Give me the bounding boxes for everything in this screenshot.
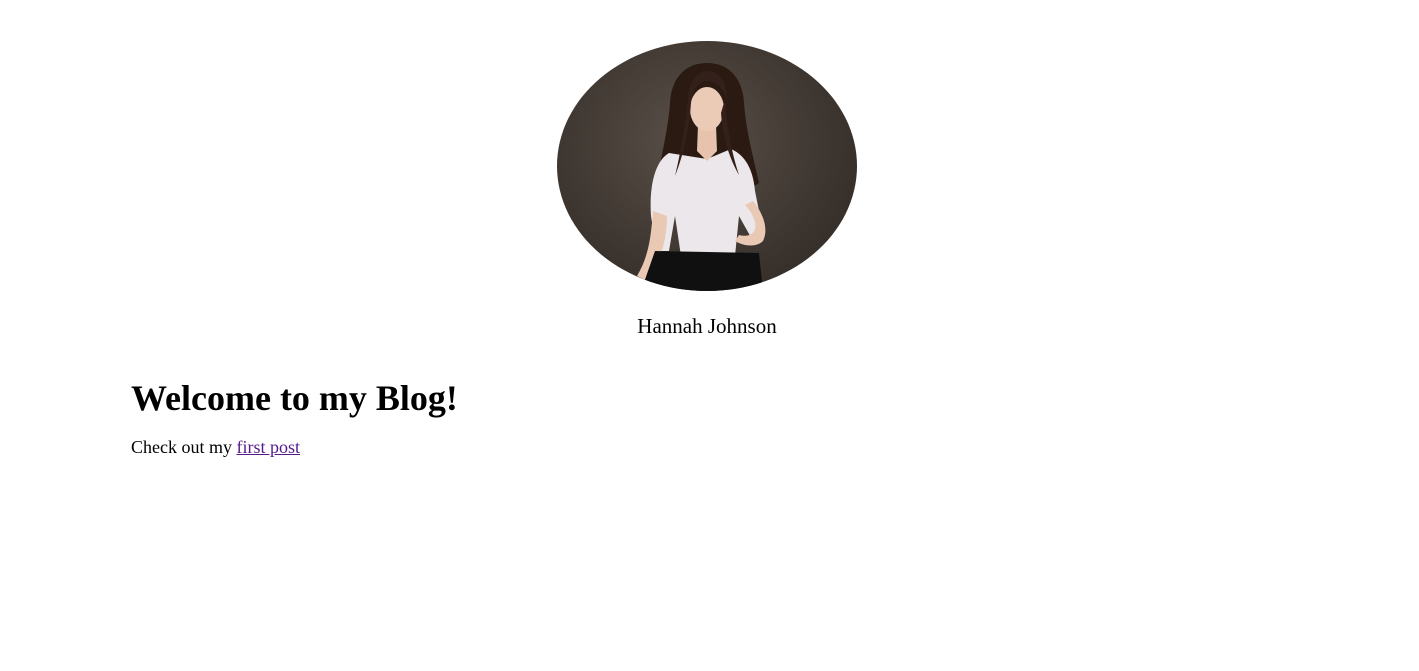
avatar: [557, 41, 857, 291]
first-post-link[interactable]: first post: [237, 437, 301, 457]
page-title: Welcome to my Blog!: [131, 378, 458, 418]
profile-name: Hannah Johnson: [637, 314, 777, 338]
intro-text: Check out my: [131, 437, 237, 457]
intro-paragraph: Check out my first post: [131, 435, 1231, 459]
portrait-photo-icon: [637, 63, 766, 291]
main-content: Welcome to my Blog! Check out my first p…: [131, 375, 1231, 459]
